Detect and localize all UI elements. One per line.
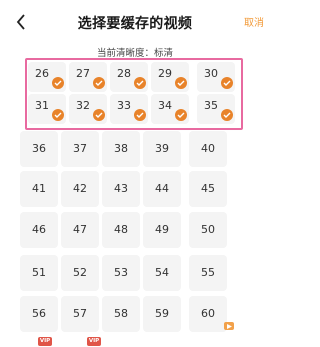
episode-number: 60 (201, 307, 215, 320)
episode-tile-57[interactable]: 57 (61, 296, 99, 332)
episode-tile-55[interactable]: 55 (189, 255, 227, 291)
episode-tile-26[interactable]: 26 (28, 62, 66, 92)
episode-tile-47[interactable]: 47 (61, 212, 99, 248)
episode-tile-46[interactable]: 46 (20, 212, 58, 248)
episode-tile-49[interactable]: 49 (143, 212, 181, 248)
episode-number: 59 (155, 307, 169, 320)
checkmark-icon (52, 109, 64, 121)
episode-number: 38 (114, 142, 128, 155)
episode-number: 41 (32, 182, 46, 195)
cancel-button[interactable]: 取消 (244, 14, 264, 29)
episode-tile-54[interactable]: 54 (143, 255, 181, 291)
episode-tile-43[interactable]: 43 (102, 171, 140, 207)
episode-tile-44[interactable]: 44 (143, 171, 181, 207)
episode-number: 53 (114, 266, 128, 279)
vip-badge: VIP (87, 337, 101, 346)
download-select-page: 选择要缓存的视频 取消 当前清晰度：标清 26 27 28 29 30 31 32 33 34 3… (0, 0, 270, 347)
episode-number: 50 (201, 223, 215, 236)
episode-tile-60[interactable]: 60 (189, 296, 227, 332)
episode-tile-34[interactable]: 34 (151, 94, 189, 124)
episode-number: 26 (35, 67, 49, 80)
episode-tile-38[interactable]: 38 (102, 131, 140, 167)
episode-tile-36[interactable]: 36 (20, 131, 58, 167)
episode-number: 32 (76, 99, 90, 112)
episode-number: 31 (35, 99, 49, 112)
episode-tile-33[interactable]: 33 (110, 94, 148, 124)
episode-number: 28 (117, 67, 131, 80)
episode-number: 52 (73, 266, 87, 279)
episode-tile-40[interactable]: 40 (189, 131, 227, 167)
episode-tile-48[interactable]: 48 (102, 212, 140, 248)
episode-number: 35 (204, 99, 218, 112)
episode-tile-56[interactable]: 56 (20, 296, 58, 332)
episode-number: 27 (76, 67, 90, 80)
episode-number: 39 (155, 142, 169, 155)
checkmark-icon (221, 77, 233, 89)
episode-number: 37 (73, 142, 87, 155)
episode-number: 42 (73, 182, 87, 195)
episode-tile-28[interactable]: 28 (110, 62, 148, 92)
episode-tile-35[interactable]: 35 (197, 94, 235, 124)
episode-number: 34 (158, 99, 172, 112)
episode-tile-58[interactable]: 58 (102, 296, 140, 332)
checkmark-icon (134, 109, 146, 121)
episode-number: 45 (201, 182, 215, 195)
episode-number: 55 (201, 266, 215, 279)
episode-tile-50[interactable]: 50 (189, 212, 227, 248)
episode-tile-30[interactable]: 30 (197, 62, 235, 92)
episode-number: 51 (32, 266, 46, 279)
episode-number: 40 (201, 142, 215, 155)
checkmark-icon (175, 109, 187, 121)
episode-tile-53[interactable]: 53 (102, 255, 140, 291)
episode-number: 33 (117, 99, 131, 112)
episode-number: 58 (114, 307, 128, 320)
checkmark-icon (52, 77, 64, 89)
checkmark-icon (93, 77, 105, 89)
checkmark-icon (134, 77, 146, 89)
vip-badge: VIP (38, 337, 52, 346)
episode-tile-42[interactable]: 42 (61, 171, 99, 207)
episode-tile-59[interactable]: 59 (143, 296, 181, 332)
episode-number: 48 (114, 223, 128, 236)
episode-tile-31[interactable]: 31 (28, 94, 66, 124)
page-title: 选择要缓存的视频 (77, 16, 193, 32)
episode-tile-52[interactable]: 52 (61, 255, 99, 291)
episode-tile-32[interactable]: 32 (69, 94, 107, 124)
episode-number: 47 (73, 223, 87, 236)
header-bar: 选择要缓存的视频 取消 (0, 0, 270, 44)
episode-number: 36 (32, 142, 46, 155)
checkmark-icon (93, 109, 105, 121)
episode-tile-27[interactable]: 27 (69, 62, 107, 92)
episode-number: 43 (114, 182, 128, 195)
episode-number: 56 (32, 307, 46, 320)
episode-number: 30 (204, 67, 218, 80)
episode-number: 44 (155, 182, 169, 195)
episode-tile-37[interactable]: 37 (61, 131, 99, 167)
episode-number: 57 (73, 307, 87, 320)
play-icon (224, 322, 234, 330)
checkmark-icon (221, 109, 233, 121)
episode-number: 54 (155, 266, 169, 279)
episode-tile-29[interactable]: 29 (151, 62, 189, 92)
checkmark-icon (175, 77, 187, 89)
quality-indicator[interactable]: 当前清晰度：标清 (0, 45, 270, 59)
episode-tile-39[interactable]: 39 (143, 131, 181, 167)
episode-number: 29 (158, 67, 172, 80)
episode-number: 49 (155, 223, 169, 236)
episode-tile-45[interactable]: 45 (189, 171, 227, 207)
episode-tile-51[interactable]: 51 (20, 255, 58, 291)
episode-number: 46 (32, 223, 46, 236)
episode-tile-41[interactable]: 41 (20, 171, 58, 207)
